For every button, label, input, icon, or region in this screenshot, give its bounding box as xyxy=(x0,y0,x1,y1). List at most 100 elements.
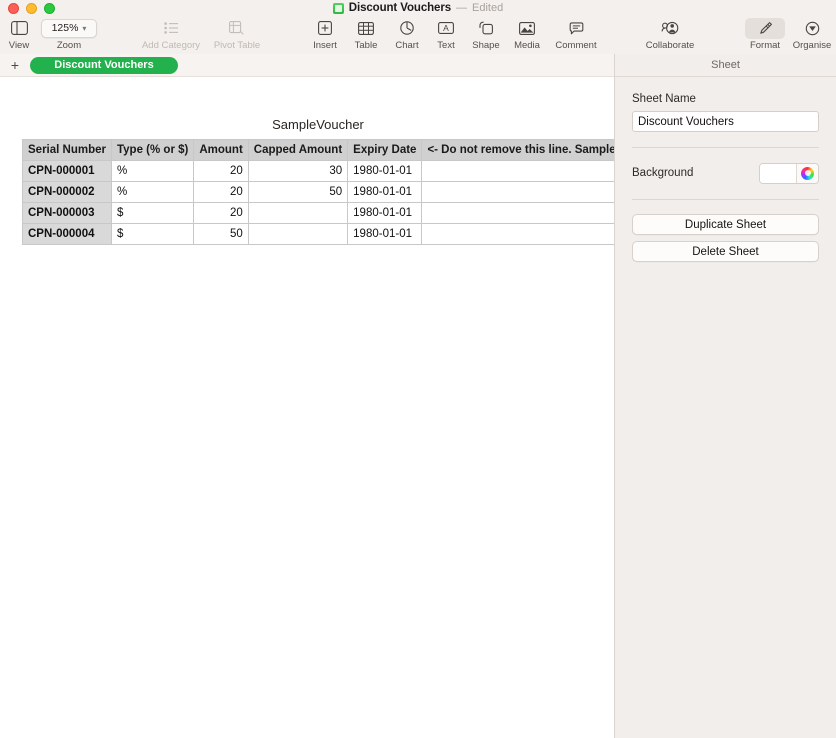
zoom-popup-icon[interactable]: 125% ▾ xyxy=(41,18,97,38)
document-edited-status: Edited xyxy=(472,2,504,14)
text-box-a-icon: A xyxy=(438,18,454,38)
color-wheel-icon xyxy=(801,166,814,180)
cell-capped-amount[interactable] xyxy=(247,202,349,224)
cell-amount[interactable]: 20 xyxy=(193,202,249,224)
toolbar-media-button[interactable]: Media xyxy=(507,18,547,51)
table-grid-icon xyxy=(358,18,374,38)
toolbar-insert-button[interactable]: Insert xyxy=(305,18,345,51)
toolbar-zoom-control[interactable]: 125% ▾ Zoom xyxy=(40,18,98,51)
sidebar-divider xyxy=(632,147,819,148)
delete-sheet-button[interactable]: Delete Sheet xyxy=(632,241,819,262)
cell-amount[interactable]: 20 xyxy=(193,160,249,182)
sheet-tab-discount-vouchers[interactable]: Discount Vouchers xyxy=(30,56,178,74)
toolbar-text-button[interactable]: A Text xyxy=(427,18,465,51)
sidebar-divider xyxy=(632,198,819,199)
toolbar-pivot-table-button[interactable]: Pivot Table xyxy=(207,18,267,51)
toolbar-format-button[interactable]: Format xyxy=(744,17,786,51)
toolbar-shape-button[interactable]: Shape xyxy=(466,18,506,51)
document-title: Discount Vouchers xyxy=(348,2,452,14)
cell-amount[interactable]: 50 xyxy=(193,223,249,245)
toolbar-add-category-button[interactable]: Add Category xyxy=(137,18,205,51)
cell-note[interactable] xyxy=(421,223,614,245)
toolbar-view-button[interactable]: View xyxy=(4,18,34,51)
background-color-swatch[interactable] xyxy=(760,163,796,183)
cell-type[interactable]: % xyxy=(110,181,195,203)
cell-capped-amount[interactable]: 50 xyxy=(247,181,349,203)
zoom-popup-button[interactable]: 125% ▾ xyxy=(41,18,97,38)
format-sidebar: Sheet Sheet Name Background Duplicate Sh… xyxy=(614,54,836,738)
cell-serial-number[interactable]: CPN-000003 xyxy=(22,202,112,224)
delete-sheet-label: Delete Sheet xyxy=(692,245,759,258)
background-color-well[interactable] xyxy=(759,162,819,184)
chart-pie-icon xyxy=(400,18,414,38)
column-header-serial-number[interactable]: Serial Number xyxy=(22,139,112,161)
sheet-name-input[interactable] xyxy=(632,111,819,132)
collaborate-icon xyxy=(661,18,679,38)
chevron-down-icon: ▾ xyxy=(82,23,87,33)
comment-bubble-icon xyxy=(569,18,584,38)
cell-serial-number[interactable]: CPN-000002 xyxy=(22,181,112,203)
toolbar-chart-button[interactable]: Chart xyxy=(387,18,427,51)
cell-type[interactable]: $ xyxy=(110,223,195,245)
format-brush-icon xyxy=(745,17,785,39)
sheet-canvas[interactable]: SampleVoucher Serial Number Type (% or $… xyxy=(0,77,614,738)
table-row[interactable]: CPN-000002 % 20 50 1980-01-01 xyxy=(22,181,614,203)
cell-expiry-date[interactable]: 1980-01-01 xyxy=(347,202,423,224)
toolbar-organise-label: Organise xyxy=(792,40,832,51)
column-header-capped-amount[interactable]: Capped Amount xyxy=(247,139,349,161)
pivot-table-icon xyxy=(229,18,245,38)
toolbar-pivot-table-label: Pivot Table xyxy=(213,40,261,51)
sidebar-header: Sheet xyxy=(615,54,836,77)
table-header-row: Serial Number Type (% or $) Amount Cappe… xyxy=(22,139,614,161)
cell-amount[interactable]: 20 xyxy=(193,181,249,203)
cell-expiry-date[interactable]: 1980-01-01 xyxy=(347,181,423,203)
cell-note[interactable] xyxy=(421,160,614,182)
column-header-expiry-date[interactable]: Expiry Date xyxy=(347,139,423,161)
cell-type[interactable]: % xyxy=(110,160,195,182)
duplicate-sheet-label: Duplicate Sheet xyxy=(684,218,767,231)
toolbar-comment-label: Comment xyxy=(555,40,597,51)
toolbar-shape-label: Shape xyxy=(472,40,500,51)
svg-text:A: A xyxy=(443,23,449,33)
window-controls xyxy=(0,2,55,14)
insert-plus-icon xyxy=(318,18,332,38)
cell-note[interactable] xyxy=(421,202,614,224)
toolbar-organise-button[interactable]: Organise xyxy=(788,18,836,51)
voucher-table[interactable]: Serial Number Type (% or $) Amount Cappe… xyxy=(22,139,614,245)
maximize-window-button[interactable] xyxy=(44,2,55,14)
toolbar-table-label: Table xyxy=(354,40,378,51)
title-separator: — xyxy=(456,2,468,14)
table-title: SampleVoucher xyxy=(272,117,364,132)
toolbar-collaborate-button[interactable]: Collaborate xyxy=(637,18,703,51)
column-header-note[interactable]: <- Do not remove this line. Sample data … xyxy=(421,139,614,161)
cell-serial-number[interactable]: CPN-000001 xyxy=(22,160,112,182)
table-row[interactable]: CPN-000004 $ 50 1980-01-01 xyxy=(22,223,614,245)
organise-icon xyxy=(805,18,820,38)
column-header-type[interactable]: Type (% or $) xyxy=(110,139,195,161)
close-window-button[interactable] xyxy=(8,2,19,14)
cell-serial-number[interactable]: CPN-000004 xyxy=(22,223,112,245)
toolbar-text-label: Text xyxy=(437,40,455,51)
plus-icon[interactable]: + xyxy=(8,58,22,72)
cell-type[interactable]: $ xyxy=(110,202,195,224)
column-header-amount[interactable]: Amount xyxy=(193,139,249,161)
cell-capped-amount[interactable] xyxy=(247,223,349,245)
background-label: Background xyxy=(632,167,694,179)
cell-capped-amount[interactable]: 30 xyxy=(247,160,349,182)
cell-note[interactable] xyxy=(421,181,614,203)
document-title-group: Discount Vouchers — Edited xyxy=(0,0,836,16)
format-button-highlight xyxy=(745,17,785,39)
color-wheel-button[interactable] xyxy=(796,163,818,183)
sidebar-body: Sheet Name Background Duplicate Sheet De… xyxy=(615,77,836,262)
minimize-window-button[interactable] xyxy=(26,2,37,14)
toolbar-table-button[interactable]: Table xyxy=(346,18,386,51)
cell-expiry-date[interactable]: 1980-01-01 xyxy=(347,160,423,182)
sheet-tab-bar: + Discount Vouchers xyxy=(0,54,614,77)
table-row[interactable]: CPN-000003 $ 20 1980-01-01 xyxy=(22,202,614,224)
shape-icon xyxy=(478,18,494,38)
duplicate-sheet-button[interactable]: Duplicate Sheet xyxy=(632,214,819,235)
cell-expiry-date[interactable]: 1980-01-01 xyxy=(347,223,423,245)
toolbar-view-label: View xyxy=(8,40,30,51)
table-row[interactable]: CPN-000001 % 20 30 1980-01-01 xyxy=(22,160,614,182)
toolbar-comment-button[interactable]: Comment xyxy=(549,18,603,51)
